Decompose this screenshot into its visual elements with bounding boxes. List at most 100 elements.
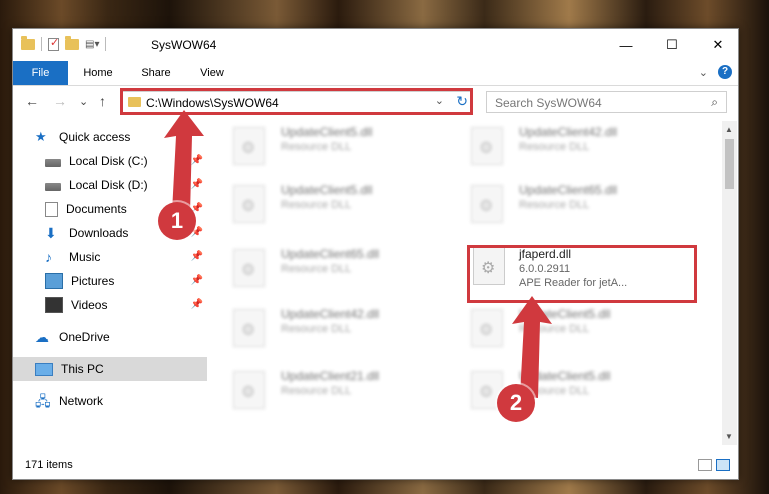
back-button[interactable]: ← bbox=[25, 93, 39, 109]
dll-file-icon bbox=[471, 309, 503, 347]
sidebar-item-label: This PC bbox=[61, 362, 104, 376]
file-name: UpdateClient42.dll bbox=[519, 125, 618, 139]
tab-share[interactable]: Share bbox=[131, 61, 181, 85]
customize-toolbar-icon[interactable]: ▤▾ bbox=[85, 39, 99, 50]
list-item[interactable]: UpdateClient21.dll Resource DLL bbox=[219, 365, 439, 411]
list-item[interactable]: UpdateClient5.dll Resource DLL bbox=[457, 303, 677, 349]
status-bar: 171 items bbox=[13, 453, 738, 479]
search-input[interactable]: Search SysWOW64 bbox=[495, 96, 602, 110]
file-type: Resource DLL bbox=[519, 199, 590, 211]
dll-file-icon bbox=[233, 371, 265, 409]
pin-icon[interactable]: 📌 bbox=[191, 299, 203, 310]
sidebar-item-label: Documents bbox=[66, 202, 127, 216]
downloads-icon: ⬇ bbox=[45, 225, 57, 241]
sidebar-item-label: Downloads bbox=[69, 226, 129, 240]
scroll-up-icon[interactable]: ▲ bbox=[725, 125, 733, 134]
separator bbox=[105, 37, 107, 51]
sidebar-item-label: Music bbox=[69, 250, 101, 264]
quick-access-toolbar: ▤▾ bbox=[21, 35, 107, 51]
item-count: 171 items bbox=[25, 459, 73, 471]
file-name: UpdateClient5.dll bbox=[281, 125, 373, 139]
videos-icon bbox=[45, 297, 63, 313]
drive-icon bbox=[45, 158, 61, 167]
search-box[interactable]: Search SysWOW64 ⌕ bbox=[486, 91, 727, 113]
sidebar-item-network[interactable]: 🖧 Network bbox=[13, 389, 207, 413]
pc-icon bbox=[35, 362, 53, 376]
pin-icon[interactable]: 📌 bbox=[191, 251, 203, 262]
sidebar-item-videos[interactable]: Videos 📌 bbox=[13, 293, 207, 317]
sidebar-item-label: Pictures bbox=[71, 274, 115, 288]
drive-icon bbox=[45, 182, 61, 191]
details-view-icon[interactable] bbox=[698, 459, 712, 471]
recent-locations-button[interactable]: ⌄ bbox=[79, 95, 88, 108]
tab-view[interactable]: View bbox=[187, 61, 237, 85]
vertical-scrollbar[interactable]: ▲ ▼ bbox=[722, 121, 737, 445]
list-item[interactable]: UpdateClient42.dll Resource DLL bbox=[457, 121, 677, 167]
file-name: UpdateClient5.dll bbox=[281, 183, 373, 197]
navigation-bar: ← → ⌄ ↑ C:\Windows\SysWOW64 ⌄ ↻ Search S… bbox=[13, 86, 738, 118]
help-icon[interactable]: ? bbox=[718, 65, 732, 79]
tiles-view-icon[interactable] bbox=[716, 459, 730, 471]
pictures-icon bbox=[45, 273, 63, 289]
file-type: Resource DLL bbox=[281, 323, 352, 335]
sidebar-item-this-pc[interactable]: This PC bbox=[13, 357, 207, 381]
onedrive-icon: ☁ bbox=[35, 329, 49, 345]
expand-ribbon-icon[interactable]: ⌄ bbox=[699, 66, 708, 79]
sidebar-item-label: Local Disk (D:) bbox=[69, 178, 148, 192]
callout-badge-2: 2 bbox=[497, 384, 535, 422]
network-icon: 🖧 bbox=[35, 393, 51, 409]
callout-badge-1: 1 bbox=[158, 202, 196, 240]
ribbon-tabs: File Home Share View bbox=[13, 61, 738, 86]
dll-file-icon bbox=[233, 309, 265, 347]
file-type: Resource DLL bbox=[281, 263, 352, 275]
list-item[interactable]: UpdateClient65.dll Resource DLL bbox=[457, 179, 677, 225]
close-button[interactable]: ✕ bbox=[695, 29, 741, 61]
list-item[interactable]: UpdateClient42.dll Resource DLL bbox=[219, 303, 439, 349]
sidebar-item-label: Network bbox=[59, 394, 104, 408]
file-name: UpdateClient21.dll bbox=[281, 369, 380, 383]
sidebar-item-label: Local Disk (C:) bbox=[69, 154, 148, 168]
pin-icon[interactable]: 📌 bbox=[191, 275, 203, 286]
sidebar-item-label: Quick access bbox=[59, 130, 131, 144]
sidebar-item-pictures[interactable]: Pictures 📌 bbox=[13, 269, 207, 293]
scroll-down-icon[interactable]: ▼ bbox=[725, 432, 733, 441]
properties-icon[interactable] bbox=[48, 36, 59, 51]
folder-icon[interactable] bbox=[21, 35, 35, 50]
window-title: SysWOW64 bbox=[151, 38, 217, 52]
tab-home[interactable]: Home bbox=[73, 61, 123, 85]
file-type: Resource DLL bbox=[281, 199, 352, 211]
up-button[interactable]: ↑ bbox=[99, 93, 106, 109]
separator bbox=[41, 37, 42, 51]
list-item[interactable]: UpdateClient5.dll Resource DLL bbox=[219, 121, 439, 167]
new-folder-icon[interactable] bbox=[65, 35, 79, 50]
documents-icon bbox=[45, 201, 58, 217]
sidebar-item-onedrive[interactable]: ☁ OneDrive bbox=[13, 325, 207, 349]
ribbon-right: ⌄ ? bbox=[699, 65, 732, 79]
sidebar-item-label: OneDrive bbox=[59, 330, 110, 344]
music-icon: ♪ bbox=[45, 249, 52, 265]
list-item[interactable]: UpdateClient5.dll Resource DLL bbox=[457, 365, 677, 411]
scroll-thumb[interactable] bbox=[725, 139, 734, 189]
search-icon[interactable]: ⌕ bbox=[711, 95, 718, 110]
sidebar-item-label: Videos bbox=[71, 298, 108, 312]
maximize-button[interactable]: ☐ bbox=[649, 29, 695, 61]
file-name: UpdateClient65.dll bbox=[281, 247, 380, 261]
dll-file-icon bbox=[471, 127, 503, 165]
forward-button[interactable]: → bbox=[53, 93, 67, 109]
file-highlight-box bbox=[467, 245, 697, 303]
file-name: UpdateClient65.dll bbox=[519, 183, 618, 197]
dll-file-icon bbox=[471, 185, 503, 223]
title-bar: ▤▾ SysWOW64 — ☐ ✕ bbox=[13, 29, 738, 61]
sidebar-item-music[interactable]: ♪ Music 📌 bbox=[13, 245, 207, 269]
file-type: Resource DLL bbox=[281, 385, 352, 397]
list-item[interactable]: UpdateClient5.dll Resource DLL bbox=[219, 179, 439, 225]
minimize-button[interactable]: — bbox=[603, 29, 649, 61]
dll-file-icon bbox=[233, 249, 265, 287]
file-name: UpdateClient42.dll bbox=[281, 307, 380, 321]
tab-file[interactable]: File bbox=[13, 61, 68, 85]
file-type: Resource DLL bbox=[519, 141, 590, 153]
explorer-window: ▤▾ SysWOW64 — ☐ ✕ File Home Share View ⌄… bbox=[12, 28, 739, 480]
dll-file-icon bbox=[233, 127, 265, 165]
list-item[interactable]: UpdateClient65.dll Resource DLL bbox=[219, 243, 439, 289]
dll-file-icon bbox=[233, 185, 265, 223]
